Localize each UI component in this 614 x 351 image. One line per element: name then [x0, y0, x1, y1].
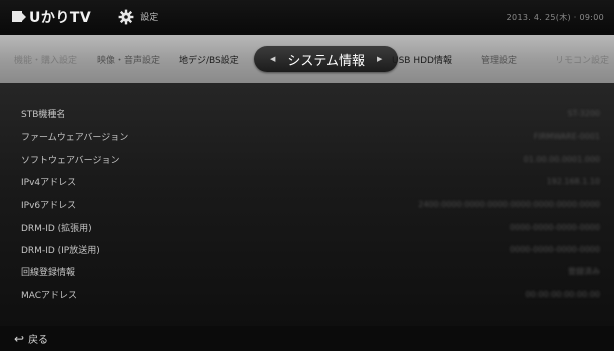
tab-video-audio[interactable]: 映像・音声設定	[97, 35, 160, 83]
system-info-list: STB機種名 ST-3200 ファームウェアバージョン FIRMWARE-000…	[0, 83, 614, 326]
top-bar: UかりTV 設定 2013. 4. 25(木) · 09:00	[0, 0, 614, 33]
row-value: FIRMWARE-0001	[533, 131, 600, 141]
tab-label: USB HDD情報	[392, 55, 452, 66]
info-row-firmware-version: ファームウェアバージョン FIRMWARE-0001	[0, 125, 614, 147]
info-row-drm-id-ext: DRM-ID (拡張用) 0000-0000-0000-0000	[0, 216, 614, 238]
chevron-left-icon[interactable]: ◀	[270, 55, 275, 63]
bottom-bar: ↩ 戻る	[0, 326, 614, 351]
chevron-right-icon[interactable]: ▶	[377, 55, 382, 63]
row-value: 00:00:00:00:00:00	[525, 289, 600, 299]
row-label: MACアドレス	[21, 290, 78, 301]
row-label: IPv4アドレス	[21, 177, 77, 188]
info-row-line-registration: 回線登録情報 登録済み	[0, 260, 614, 282]
tab-label: システム情報	[287, 53, 366, 69]
settings-label: 設定	[140, 13, 159, 23]
row-value: 0000-0000-0000-0000	[509, 222, 600, 232]
row-label: 回線登録情報	[21, 267, 76, 278]
back-button[interactable]: ↩ 戻る	[14, 331, 49, 347]
row-label: DRM-ID (IP放送用)	[21, 245, 100, 256]
info-row-stb-model: STB機種名 ST-3200	[0, 102, 614, 124]
back-label: 戻る	[28, 335, 49, 346]
row-value: ST-3200	[567, 108, 600, 118]
gear-icon	[118, 9, 134, 24]
row-label: DRM-ID (拡張用)	[21, 223, 92, 234]
row-value: 192.168.1.10	[546, 176, 600, 186]
row-value: 登録済み	[568, 266, 600, 276]
tab-label: リモコン設定	[555, 55, 610, 66]
category-tabs: 機能・購入設定 映像・音声設定 地デジ/BS設定 ◀ システム情報 ▶ USB …	[0, 35, 614, 83]
row-label: ソフトウェアバージョン	[21, 155, 120, 166]
logo-mark-icon	[12, 11, 26, 22]
return-arrow-icon: ↩	[14, 331, 25, 346]
tab-terrestrial-bs[interactable]: 地デジ/BS設定	[179, 35, 239, 83]
info-row-ipv6: IPv6アドレス 2400:0000:0000:0000:0000:0000:0…	[0, 193, 614, 215]
row-value: 2400:0000:0000:0000:0000:0000:0000:0000	[418, 199, 600, 209]
tab-label: 映像・音声設定	[97, 55, 161, 66]
brand-logo: UかりTV	[12, 7, 91, 27]
settings-indicator: 設定	[118, 9, 158, 25]
row-label: IPv6アドレス	[21, 200, 77, 211]
tab-label: 機能・購入設定	[14, 55, 78, 66]
row-value: 01.00.00.0001.000	[523, 154, 600, 164]
tab-system-info[interactable]: ◀ システム情報 ▶	[254, 46, 399, 72]
tab-usb-hdd[interactable]: USB HDD情報	[392, 35, 452, 83]
tab-management[interactable]: 管理設定	[481, 35, 517, 83]
row-label: STB機種名	[21, 109, 66, 120]
logo-text: UかりTV	[29, 9, 92, 26]
tab-label: 地デジ/BS設定	[179, 55, 239, 66]
row-label: ファームウェアバージョン	[21, 132, 129, 143]
tab-label: 管理設定	[481, 55, 518, 66]
info-row-mac-address: MACアドレス 00:00:00:00:00:00	[0, 283, 614, 305]
info-row-drm-id-ip: DRM-ID (IP放送用) 0000-0000-0000-0000	[0, 238, 614, 260]
tab-function-purchase[interactable]: 機能・購入設定	[14, 35, 77, 83]
tab-remote[interactable]: リモコン設定	[555, 35, 609, 83]
info-row-software-version: ソフトウェアバージョン 01.00.00.0001.000	[0, 148, 614, 170]
info-row-ipv4: IPv4アドレス 192.168.1.10	[0, 170, 614, 192]
row-value: 0000-0000-0000-0000	[509, 244, 600, 254]
datetime: 2013. 4. 25(木) · 09:00	[506, 13, 604, 22]
